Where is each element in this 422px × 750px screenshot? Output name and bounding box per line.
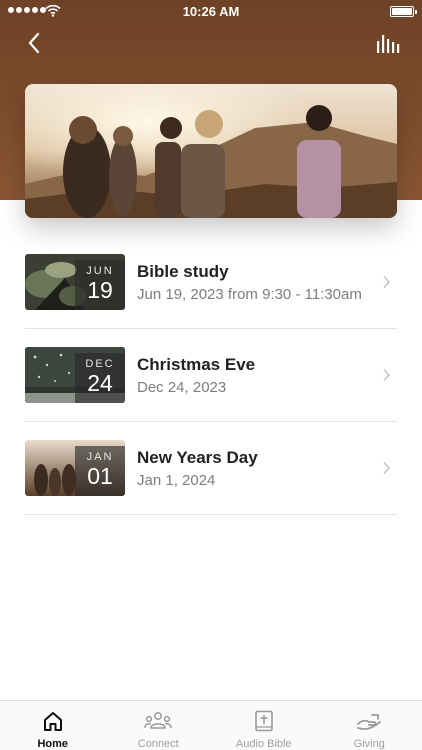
event-date: Dec 24, 2023	[137, 378, 227, 396]
tab-connect[interactable]: Connect	[106, 701, 212, 750]
event-list: JUN 19 Bible study Jun 19, 2023 from 9:3…	[25, 236, 397, 515]
event-item-christmas-eve[interactable]: DEC 24 Christmas Eve Dec 24, 2023	[25, 329, 397, 422]
event-title: Christmas Eve	[137, 354, 256, 374]
date-badge-month: DEC	[85, 358, 115, 370]
event-title: New Years Day	[137, 447, 258, 467]
audio-player-button[interactable]	[374, 30, 404, 56]
tab-home[interactable]: Home	[0, 701, 106, 750]
date-badge-day: 24	[87, 370, 113, 396]
date-badge: JUN 19	[75, 260, 125, 310]
chevron-right-icon	[383, 462, 391, 474]
tab-bar: Home Connect Audio Bible Giving	[0, 700, 422, 750]
date-badge: JAN 01	[75, 446, 125, 496]
status-bar: 10:26 AM	[0, 0, 422, 22]
people-icon	[144, 712, 172, 729]
event-thumbnail: DEC 24	[25, 347, 125, 403]
date-badge-month: JUN	[86, 265, 114, 277]
tab-label: Audio Bible	[235, 738, 292, 750]
event-thumbnail: JUN 19	[25, 254, 125, 310]
chevron-right-icon	[383, 369, 391, 381]
date-badge-day: 01	[87, 463, 113, 489]
event-date: Jun 19, 2023 from 9:30 - 11:30am	[137, 285, 362, 303]
tab-label: Giving	[353, 738, 385, 750]
chevron-left-icon	[28, 32, 40, 54]
tab-giving[interactable]: Giving	[317, 701, 422, 750]
event-item-new-years-day[interactable]: JAN 01 New Years Day Jan 1, 2024	[25, 422, 397, 515]
event-date: Jan 1, 2024	[137, 471, 216, 489]
event-thumbnail: JAN 01	[25, 440, 125, 496]
tab-label: Home	[37, 738, 69, 750]
hero-image	[25, 84, 397, 218]
audio-bars-icon	[377, 35, 400, 53]
bible-icon	[254, 710, 273, 732]
date-badge-day: 19	[87, 277, 113, 303]
chevron-right-icon	[383, 276, 391, 288]
tab-label: Connect	[137, 738, 179, 750]
back-button[interactable]	[20, 28, 48, 58]
giving-hand-icon	[357, 714, 382, 730]
battery-icon	[390, 6, 417, 17]
tab-audio-bible[interactable]: Audio Bible	[211, 701, 317, 750]
event-item-bible-study[interactable]: JUN 19 Bible study Jun 19, 2023 from 9:3…	[25, 236, 397, 329]
status-time: 10:26 AM	[182, 4, 240, 19]
date-badge-month: JAN	[86, 451, 114, 463]
event-title: Bible study	[137, 261, 229, 281]
date-badge: DEC 24	[75, 353, 125, 403]
home-icon	[43, 712, 62, 731]
